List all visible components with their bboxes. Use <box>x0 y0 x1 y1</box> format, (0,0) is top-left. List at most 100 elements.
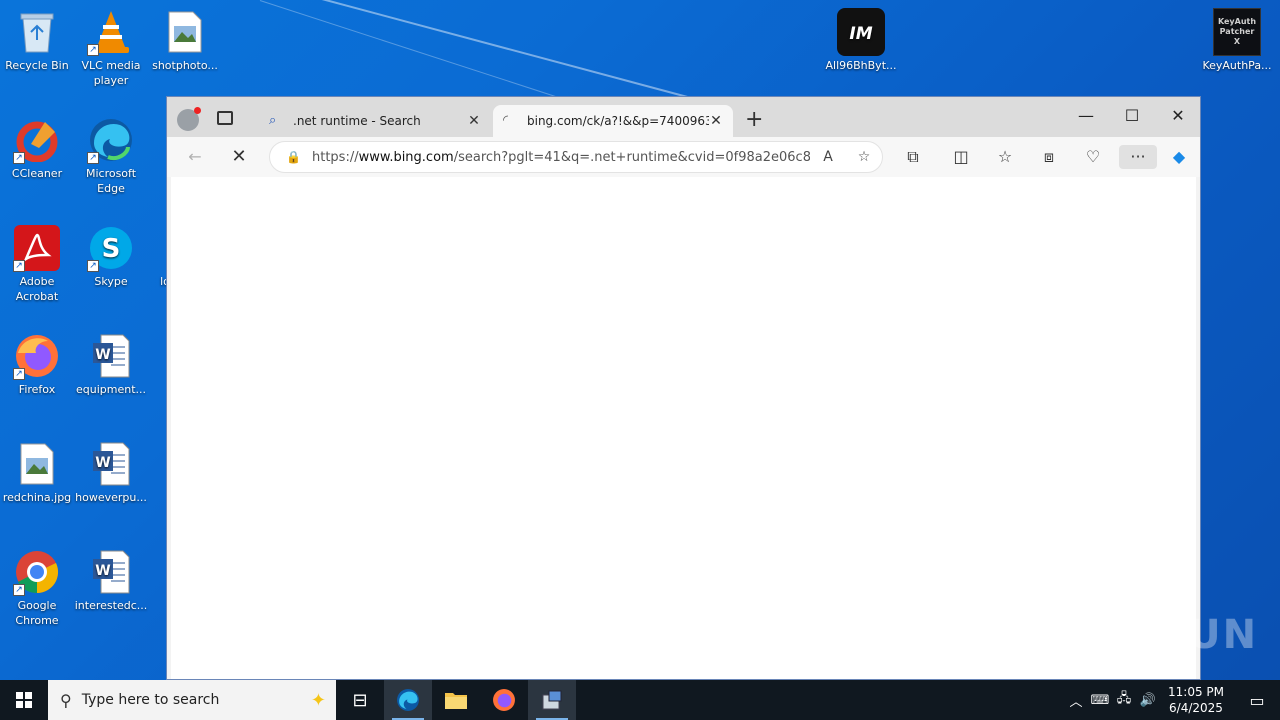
edge-icon <box>397 689 419 711</box>
tab-title: .net runtime - Search <box>293 114 421 128</box>
firefox-icon <box>493 689 515 711</box>
lock-icon: 🔒 <box>286 150 301 164</box>
copilot-icon[interactable]: ◆ <box>1165 145 1193 169</box>
desktop-icon-label: Microsoft Edge <box>85 167 137 195</box>
network-icon[interactable]: 🖧 <box>1112 689 1136 711</box>
word-doc-icon: W <box>87 332 135 380</box>
folder-icon <box>445 693 467 709</box>
stop-loading-button[interactable]: ✕ <box>225 145 253 169</box>
start-button[interactable] <box>0 680 48 720</box>
desktop-icon-vlc[interactable]: ↗ VLC media player <box>74 8 148 88</box>
taskbar: ⚲ Type here to search ✦ ⊟ ︿ ⌨ 🖧 🔊 11:05 … <box>0 680 1280 720</box>
anyrun-watermark: ANY RUN <box>1040 612 1259 658</box>
desktop-icon-microsoft-edge[interactable]: ↗ Microsoft Edge <box>74 116 148 196</box>
page-content[interactable] <box>171 177 1196 679</box>
desktop-icon-google-chrome[interactable]: ↗ Google Chrome <box>0 548 74 628</box>
desktop-icon-label: Adobe Acrobat <box>15 275 59 303</box>
taskbar-search-box[interactable]: ⚲ Type here to search ✦ <box>48 680 336 720</box>
vlc-icon: ↗ <box>87 8 135 56</box>
extensions-icon[interactable]: ⧉ <box>899 145 927 169</box>
desktop-icon-label: shotphoto... <box>152 59 218 72</box>
more-menu-button[interactable]: ··· <box>1119 145 1157 169</box>
taskbar-file-explorer[interactable] <box>432 680 480 720</box>
clock-date: 6/4/2025 <box>1169 701 1223 715</box>
taskbar-edge[interactable] <box>384 680 432 720</box>
svg-text:W: W <box>95 347 110 363</box>
desktop-icon-interestedc[interactable]: W interestedc... <box>74 548 148 613</box>
split-screen-icon[interactable]: ◫ <box>947 145 975 169</box>
shortcut-arrow-icon: ↗ <box>13 584 25 596</box>
address-url[interactable]: https://www.bing.com/search?pglt=41&q=.n… <box>312 150 810 165</box>
image-file-icon <box>161 8 209 56</box>
desktop-icon-redchina[interactable]: redchina.jpg <box>0 440 74 505</box>
favorite-star-icon[interactable]: ☆ <box>846 149 882 165</box>
back-button[interactable]: ← <box>181 145 209 169</box>
close-window-button[interactable]: ✕ <box>1155 101 1201 131</box>
svg-text:W: W <box>95 563 110 579</box>
address-bar[interactable]: 🔒 https://www.bing.com/search?pglt=41&q=… <box>269 141 883 173</box>
shortcut-arrow-icon: ↗ <box>87 260 99 272</box>
clock-time: 11:05 PM <box>1168 685 1224 699</box>
keyauth-icon: KeyAuth Patcher X <box>1213 8 1261 56</box>
svg-text:W: W <box>95 455 110 471</box>
svg-text:IM: IM <box>849 24 872 44</box>
desktop-icon-ccleaner[interactable]: ↗ CCleaner <box>0 116 74 181</box>
desktop-icon-adobe-acrobat[interactable]: ↗ Adobe Acrobat <box>0 224 74 304</box>
notification-center-icon[interactable]: ▭ <box>1234 680 1280 720</box>
desktop-icon-label: interestedc... <box>74 599 148 612</box>
show-hidden-icons-chevron-icon[interactable]: ︿ <box>1064 691 1088 710</box>
onscreen-keyboard-icon[interactable]: ⌨ <box>1088 693 1112 708</box>
new-tab-button[interactable]: + <box>745 109 763 131</box>
desktop-icon-recycle-bin[interactable]: Recycle Bin <box>0 8 74 73</box>
tab-actions-icon[interactable] <box>217 111 233 125</box>
desktop-icon-shotphoto[interactable]: shotphoto... <box>148 8 222 73</box>
minimize-button[interactable]: — <box>1063 101 1109 131</box>
desktop-icon-all96bhbyt[interactable]: IM All96BhByt... <box>824 8 898 73</box>
desktop-icon-label: howeverpu... <box>75 491 147 504</box>
tab-title: bing.com/ck/a?!&&p=7400963c <box>527 114 709 128</box>
favorites-icon[interactable]: ☆ <box>991 145 1019 169</box>
keyauth-logo-text: KeyAuth Patcher X <box>1217 17 1257 46</box>
ccleaner-icon: ↗ <box>13 116 61 164</box>
search-highlight-icon: ✦ <box>310 689 326 711</box>
tab-net-runtime-search[interactable]: ⌕ .net runtime - Search ✕ <box>259 105 491 137</box>
shortcut-arrow-icon: ↗ <box>13 152 25 164</box>
taskbar-installer-app[interactable] <box>528 680 576 720</box>
desktop-icon-label: Firefox <box>18 383 56 396</box>
desktop-icon-equipment[interactable]: W equipment... <box>74 332 148 397</box>
desktop-icon-label: Recycle Bin <box>5 59 69 72</box>
profile-avatar-icon[interactable] <box>177 107 201 131</box>
taskbar-clock[interactable]: 11:05 PM 6/4/2025 <box>1168 684 1224 716</box>
taskbar-firefox[interactable] <box>480 680 528 720</box>
shortcut-arrow-icon: ↗ <box>87 44 99 56</box>
app-logo-icon: IM <box>837 8 885 56</box>
shortcut-arrow-icon: ↗ <box>13 260 25 272</box>
shortcut-arrow-icon: ↗ <box>13 368 25 380</box>
acrobat-icon: ↗ <box>13 224 61 272</box>
shortcut-arrow-icon: ↗ <box>87 152 99 164</box>
tab-bing-redirect[interactable]: ◜ bing.com/ck/a?!&&p=7400963c ✕ <box>493 105 733 137</box>
tab-close-icon[interactable]: ✕ <box>467 113 481 129</box>
desktop-icon-keyauthpa[interactable]: KeyAuth Patcher X KeyAuthPa... <box>1200 8 1274 73</box>
tab-close-icon[interactable]: ✕ <box>709 113 723 129</box>
browser-essentials-icon[interactable]: ♡ <box>1079 145 1107 169</box>
svg-text:S: S <box>102 234 121 264</box>
url-path: /search?pglt=41&q=.net+runtime&cvid=0f98… <box>453 149 810 165</box>
maximize-button[interactable]: ☐ <box>1109 101 1155 131</box>
browser-toolbar: ← ✕ 🔒 https://www.bing.com/search?pglt=4… <box>167 137 1200 177</box>
task-view-button[interactable]: ⊟ <box>336 680 384 720</box>
search-icon: ⌕ <box>269 113 277 128</box>
read-aloud-icon[interactable]: A <box>810 149 846 165</box>
desktop-icon-firefox[interactable]: ↗ Firefox <box>0 332 74 397</box>
word-doc-icon: W <box>87 548 135 596</box>
volume-icon[interactable]: 🔊 <box>1136 693 1160 708</box>
search-icon: ⚲ <box>60 690 72 710</box>
installer-icon <box>542 690 562 710</box>
desktop-icon-howeverpu[interactable]: W howeverpu... <box>74 440 148 505</box>
edge-icon: ↗ <box>87 116 135 164</box>
task-view-icon: ⊟ <box>352 689 368 711</box>
system-tray: ︿ ⌨ 🖧 🔊 11:05 PM 6/4/2025 ▭ <box>1064 680 1280 720</box>
collections-icon[interactable]: ⧈ <box>1035 145 1063 169</box>
desktop-icon-label: KeyAuthPa... <box>1202 59 1272 72</box>
word-doc-icon: W <box>87 440 135 488</box>
